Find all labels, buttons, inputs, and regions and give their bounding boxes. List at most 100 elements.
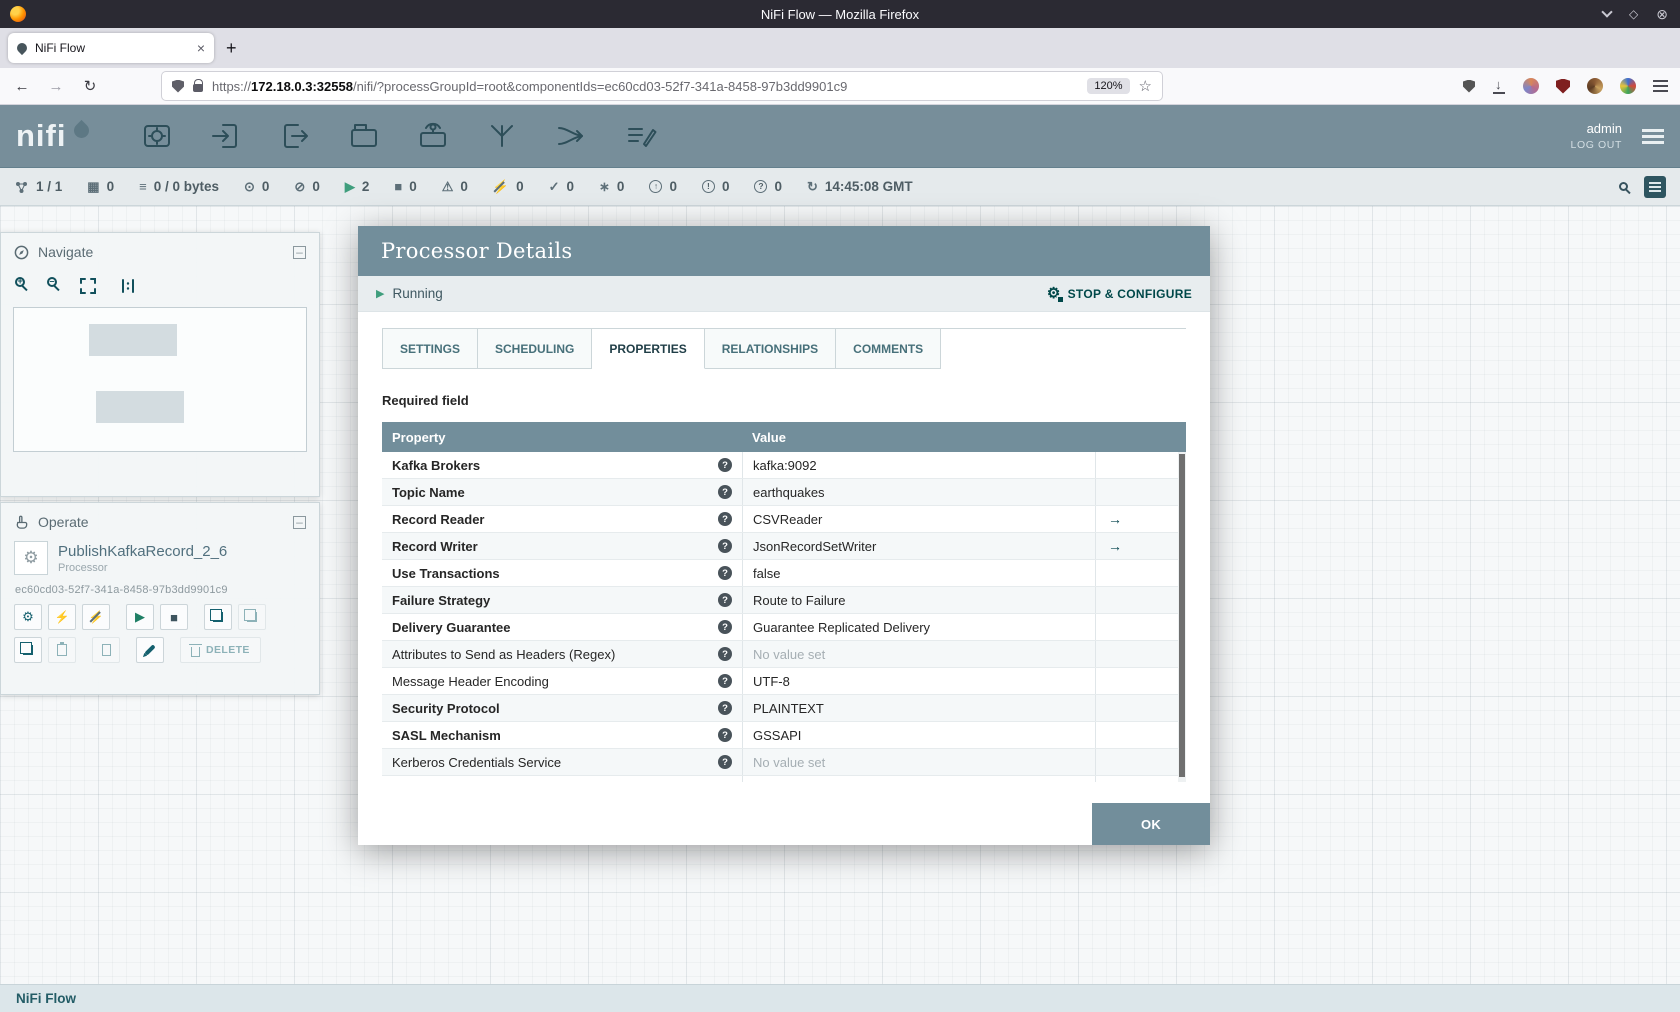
help-icon[interactable]: ? bbox=[718, 539, 732, 553]
locally-modified-stale-icon: ! bbox=[701, 180, 715, 193]
scrollbar-thumb[interactable] bbox=[1179, 454, 1185, 777]
help-icon[interactable]: ? bbox=[718, 647, 732, 661]
funnel-icon[interactable] bbox=[484, 119, 520, 153]
new-tab-button[interactable]: + bbox=[226, 38, 237, 59]
url-bar[interactable]: https://172.18.0.3:32558/nifi/?processGr… bbox=[162, 72, 1162, 100]
remote-process-group-icon[interactable] bbox=[415, 119, 451, 153]
browser-tab[interactable]: NiFi Flow × bbox=[8, 33, 214, 63]
ok-button[interactable]: OK bbox=[1092, 803, 1210, 845]
tab-properties[interactable]: PROPERTIES bbox=[592, 329, 705, 369]
window-titlebar: NiFi Flow — Mozilla Firefox ◇ ⊗ bbox=[0, 0, 1680, 28]
zoom-out-button[interactable]: – bbox=[47, 276, 57, 287]
window-close-icon[interactable]: ⊗ bbox=[1656, 7, 1668, 21]
sync-failure-icon: ? bbox=[754, 180, 768, 193]
input-port-icon[interactable] bbox=[208, 119, 244, 153]
window-maximize-icon[interactable]: ◇ bbox=[1629, 8, 1638, 20]
process-group-icon[interactable] bbox=[346, 119, 382, 153]
zoom-fit-button[interactable] bbox=[79, 277, 97, 295]
help-icon[interactable]: ? bbox=[718, 566, 732, 580]
help-icon[interactable]: ? bbox=[718, 620, 732, 634]
refresh-status[interactable]: ↻ 14:45:08 GMT bbox=[807, 179, 913, 194]
downloads-icon[interactable] bbox=[1492, 77, 1506, 94]
browser-tabbar: NiFi Flow × + bbox=[0, 28, 1680, 68]
help-icon[interactable]: ? bbox=[718, 701, 732, 715]
panel-toggle-button[interactable] bbox=[1644, 175, 1666, 198]
tab-relationships[interactable]: RELATIONSHIPS bbox=[704, 329, 837, 369]
goto-service-icon[interactable]: → bbox=[1108, 511, 1122, 527]
processor-icon[interactable] bbox=[139, 119, 175, 153]
tab-scheduling[interactable]: SCHEDULING bbox=[478, 329, 593, 369]
copy-button[interactable] bbox=[14, 637, 42, 663]
start-button[interactable]: ▶ bbox=[126, 604, 154, 630]
screen: NiFi Flow — Mozilla Firefox ◇ ⊗ NiFi Flo… bbox=[0, 0, 1680, 1012]
column-property: Property bbox=[392, 429, 446, 445]
zoom-actual-button[interactable] bbox=[119, 277, 137, 295]
table-row: Kerberos Service Name? No value set bbox=[382, 776, 1186, 782]
flow-canvas[interactable]: Navigate – + – Operate – ⚙ PublishKafkaR… bbox=[0, 206, 1680, 1012]
configure-button[interactable]: ⚙ bbox=[14, 604, 42, 630]
help-icon[interactable]: ? bbox=[718, 512, 732, 526]
zoom-indicator[interactable]: 120% bbox=[1087, 78, 1130, 94]
tab-close-icon[interactable]: × bbox=[197, 40, 205, 56]
stop-and-configure-button[interactable]: ⚙ STOP & CONFIGURE bbox=[1047, 286, 1192, 302]
help-icon[interactable]: ? bbox=[718, 485, 732, 499]
table-row: Record Writer? JsonRecordSetWriter → bbox=[382, 533, 1186, 560]
breadcrumb-root[interactable]: NiFi Flow bbox=[16, 991, 76, 1006]
disable-button[interactable]: ⚡ bbox=[82, 604, 110, 630]
zoom-in-button[interactable]: + bbox=[15, 276, 25, 287]
birdseye-view[interactable] bbox=[13, 307, 307, 452]
back-button[interactable]: ← bbox=[12, 78, 32, 95]
properties-table: Property Value Kafka Brokers? kafka:9092… bbox=[382, 422, 1186, 782]
help-icon[interactable]: ? bbox=[718, 593, 732, 607]
extension-icon-b[interactable] bbox=[1620, 78, 1636, 94]
table-row: Kerberos Credentials Service? No value s… bbox=[382, 749, 1186, 776]
current-user: admin bbox=[1586, 121, 1622, 136]
collapse-operate-button[interactable]: – bbox=[293, 515, 306, 529]
refresh-icon[interactable]: ↻ bbox=[807, 180, 818, 193]
collapse-navigate-button[interactable]: – bbox=[293, 245, 306, 259]
pocket-icon[interactable] bbox=[1463, 79, 1475, 93]
help-icon[interactable]: ? bbox=[718, 728, 732, 742]
help-icon[interactable]: ? bbox=[718, 755, 732, 769]
help-icon[interactable]: ? bbox=[718, 674, 732, 688]
goto-service-icon[interactable]: → bbox=[1108, 538, 1122, 554]
table-row: Kafka Brokers? kafka:9092 bbox=[382, 452, 1186, 479]
lock-icon[interactable] bbox=[193, 79, 204, 92]
tab-comments[interactable]: COMMENTS bbox=[836, 329, 942, 369]
search-icon[interactable] bbox=[1619, 182, 1628, 191]
stop-button[interactable]: ■ bbox=[160, 604, 188, 630]
enable-button[interactable]: ⚡ bbox=[48, 604, 76, 630]
template-icon[interactable] bbox=[553, 119, 589, 153]
extension-icon-a[interactable] bbox=[1587, 78, 1603, 94]
group-button[interactable] bbox=[204, 604, 232, 630]
fill-color-button[interactable] bbox=[136, 637, 164, 663]
selected-component-icon: ⚙ bbox=[14, 541, 48, 575]
window-minimize-icon[interactable] bbox=[1601, 6, 1613, 18]
status-label: Running bbox=[392, 286, 443, 301]
logout-link[interactable]: LOG OUT bbox=[1571, 139, 1622, 151]
status-indicator: ▶ Running bbox=[376, 286, 443, 301]
stat-queued: ≡ 0 / 0 bytes bbox=[139, 179, 219, 194]
tab-title: NiFi Flow bbox=[35, 41, 85, 55]
navigate-title: Navigate bbox=[38, 244, 94, 260]
account-icon[interactable] bbox=[1523, 78, 1539, 94]
stat-sync-failure: ? 0 bbox=[754, 179, 782, 194]
menu-icon[interactable] bbox=[1653, 80, 1668, 82]
dialog-status-strip: ▶ Running ⚙ STOP & CONFIGURE bbox=[358, 276, 1210, 312]
tab-settings[interactable]: SETTINGS bbox=[382, 329, 479, 369]
reload-button[interactable]: ↻ bbox=[80, 77, 100, 95]
ublock-extension-icon[interactable] bbox=[1556, 78, 1570, 94]
ungroup-button bbox=[238, 604, 266, 630]
bookmark-star-icon[interactable]: ☆ bbox=[1139, 77, 1152, 95]
label-icon[interactable] bbox=[622, 119, 658, 153]
create-template-button bbox=[92, 637, 120, 663]
output-port-icon[interactable] bbox=[277, 119, 313, 153]
tracking-shield-icon[interactable] bbox=[172, 79, 184, 93]
global-menu-icon[interactable] bbox=[1642, 128, 1664, 132]
browser-navbar: ← → ↻ https://172.18.0.3:32558/nifi/?pro… bbox=[0, 68, 1680, 105]
forward-button[interactable]: → bbox=[46, 78, 66, 95]
table-scrollbar[interactable] bbox=[1178, 452, 1186, 782]
locally-modified-icon: ∗ bbox=[599, 179, 610, 194]
help-icon[interactable]: ? bbox=[718, 458, 732, 472]
required-field-note: Required field bbox=[382, 393, 469, 408]
